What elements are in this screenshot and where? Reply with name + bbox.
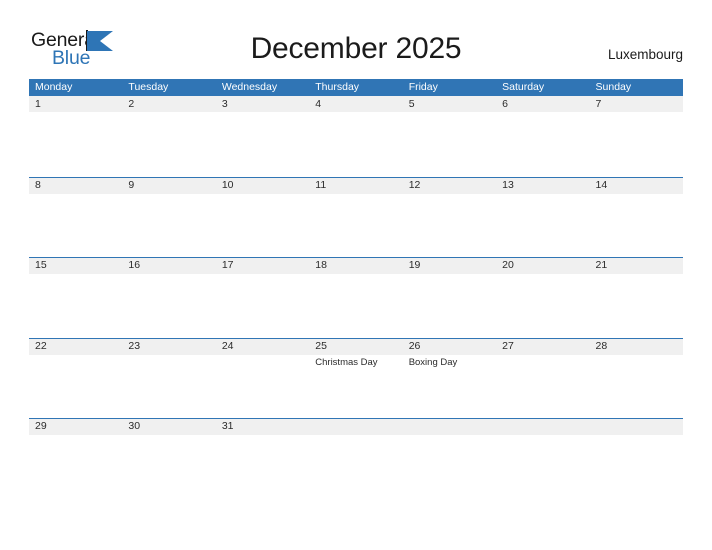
calendar-day-cell-empty xyxy=(309,418,402,499)
calendar-day-cell[interactable]: 29 xyxy=(29,418,122,499)
weekday-header-sunday: Sunday xyxy=(595,81,632,93)
day-number: 27 xyxy=(502,339,514,352)
calendar-day-cell[interactable]: 21 xyxy=(590,257,683,338)
calendar-day-cell[interactable]: 10 xyxy=(216,177,309,258)
calendar-day-cell[interactable]: 12 xyxy=(403,177,496,258)
day-number: 3 xyxy=(221,98,228,110)
calendar-day-cell[interactable]: 30 xyxy=(122,418,215,499)
calendar-day-cell[interactable]: 1 xyxy=(29,96,122,177)
calendar-day-cell-empty xyxy=(403,418,496,499)
weekday-header-row: Monday Tuesday Wednesday Thursday Friday… xyxy=(29,79,683,96)
weekday-header-monday: Monday xyxy=(35,81,73,93)
day-events: Christmas Day xyxy=(315,357,402,369)
calendar-day-cell[interactable]: 27 xyxy=(496,338,589,419)
day-number: 9 xyxy=(128,178,135,191)
calendar-grid: Monday Tuesday Wednesday Thursday Friday… xyxy=(29,79,683,499)
day-number: 20 xyxy=(502,259,514,272)
calendar-day-cell[interactable]: 13 xyxy=(496,177,589,258)
day-number: 26 xyxy=(408,339,421,352)
weekday-header-tuesday: Tuesday xyxy=(128,81,169,93)
calendar-day-cell[interactable]: 19 xyxy=(403,257,496,338)
calendar-week-row: 8 9 10 11 12 13 14 xyxy=(29,176,683,258)
day-number: 17 xyxy=(221,259,234,272)
day-number: 15 xyxy=(35,259,47,272)
day-number: 10 xyxy=(221,178,234,191)
calendar-day-cell[interactable]: 23 xyxy=(122,338,215,419)
calendar-day-cell[interactable]: 20 xyxy=(496,257,589,338)
calendar-day-cell[interactable]: 28 xyxy=(590,338,683,419)
calendar-day-cell[interactable]: 14 xyxy=(590,177,683,258)
calendar-day-cell[interactable]: 9 xyxy=(122,177,215,258)
day-number: 12 xyxy=(408,178,421,191)
day-number: 11 xyxy=(315,178,327,191)
day-number: 28 xyxy=(595,339,608,352)
day-number: 4 xyxy=(315,98,322,110)
day-number: 14 xyxy=(595,178,608,191)
day-number: 21 xyxy=(595,259,608,272)
weekday-header-saturday: Saturday xyxy=(502,81,545,93)
day-number: 31 xyxy=(221,420,234,433)
calendar-day-cell[interactable]: 4 xyxy=(309,96,402,177)
day-number: 6 xyxy=(502,98,508,110)
calendar-day-cell[interactable]: 18 xyxy=(309,257,402,338)
calendar-day-cell[interactable]: 5 xyxy=(403,96,496,177)
day-number: 25 xyxy=(315,339,327,352)
calendar-day-cell[interactable]: 17 xyxy=(216,257,309,338)
weekday-header-wednesday: Wednesday xyxy=(221,81,278,93)
day-number: 30 xyxy=(128,420,141,433)
location-label: Luxembourg xyxy=(607,47,683,62)
calendar-day-cell[interactable]: 11 xyxy=(309,177,402,258)
calendar-day-cell-empty xyxy=(496,418,589,499)
day-number: 23 xyxy=(128,339,141,352)
calendar-day-cell-holiday[interactable]: 26 Boxing Day xyxy=(403,338,496,419)
calendar-day-cell[interactable]: 3 xyxy=(216,96,309,177)
page-title: December 2025 xyxy=(250,32,462,65)
day-number: 13 xyxy=(502,178,514,191)
calendar-week-row: 15 16 17 18 19 20 21 xyxy=(29,257,683,338)
day-number: 16 xyxy=(128,259,141,272)
day-number: 29 xyxy=(35,420,47,433)
day-number: 22 xyxy=(35,339,47,352)
day-number: 1 xyxy=(35,98,41,110)
calendar-day-cell[interactable]: 2 xyxy=(122,96,215,177)
calendar-day-cell[interactable]: 6 xyxy=(496,96,589,177)
weekday-header-thursday: Thursday xyxy=(315,81,360,93)
calendar-day-cell-empty xyxy=(590,418,683,499)
holiday-label: Boxing Day xyxy=(408,356,458,368)
day-number: 8 xyxy=(35,178,41,191)
calendar-day-cell[interactable]: 15 xyxy=(29,257,122,338)
day-number: 18 xyxy=(315,259,327,272)
calendar-day-cell[interactable]: 7 xyxy=(590,96,683,177)
calendar-week-row: 1 2 3 4 5 6 7 xyxy=(29,96,683,177)
calendar-day-cell[interactable]: 22 xyxy=(29,338,122,419)
calendar-week-row: 22 23 24 25 Christmas Day 26 Boxing Day … xyxy=(29,337,683,419)
weekday-header-friday: Friday xyxy=(408,81,438,93)
calendar-day-cell[interactable]: 16 xyxy=(122,257,215,338)
day-number: 19 xyxy=(408,259,421,272)
day-number: 24 xyxy=(221,339,234,352)
calendar-day-cell-holiday[interactable]: 25 Christmas Day xyxy=(309,338,402,419)
day-number: 5 xyxy=(408,98,415,110)
calendar-day-cell[interactable]: 8 xyxy=(29,177,122,258)
calendar-day-cell[interactable]: 24 xyxy=(216,338,309,419)
calendar-day-cell[interactable]: 31 xyxy=(216,418,309,499)
day-number: 7 xyxy=(595,98,602,110)
day-events: Boxing Day xyxy=(409,357,496,369)
holiday-label: Christmas Day xyxy=(315,356,378,368)
page-header: General Blue December 2025 Luxembourg xyxy=(0,0,712,78)
calendar-week-row: 29 30 31 xyxy=(29,418,683,499)
day-number: 2 xyxy=(128,98,135,110)
